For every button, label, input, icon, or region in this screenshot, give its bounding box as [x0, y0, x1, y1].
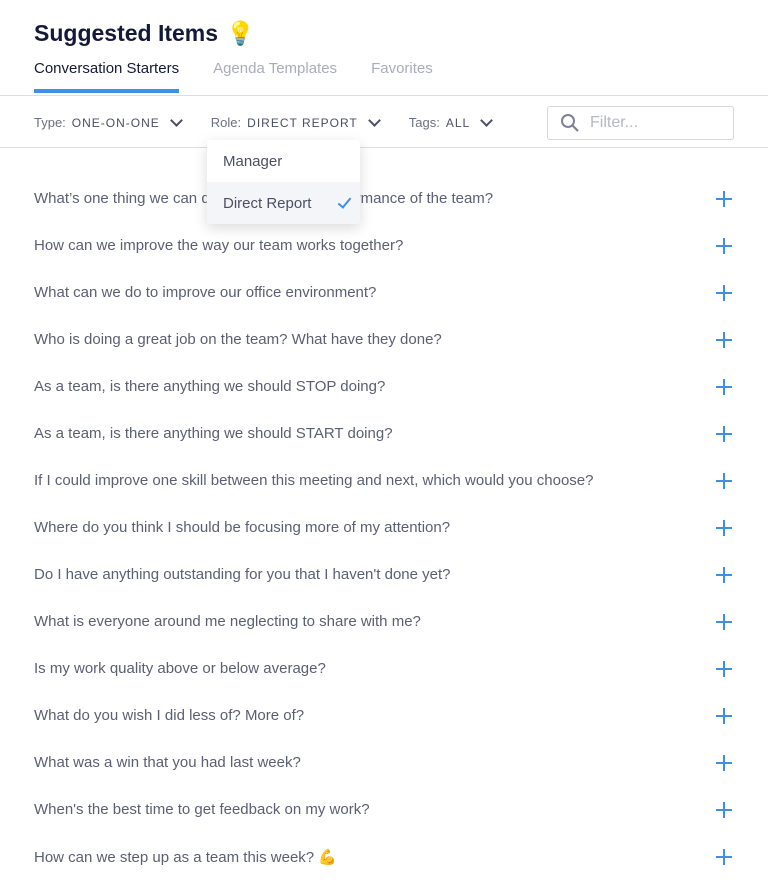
chevron-down-icon [367, 114, 381, 127]
tab-favorites[interactable]: Favorites [371, 60, 433, 93]
list-item: How can we improve the way our team work… [34, 222, 734, 269]
tab-conversation-starters[interactable]: Conversation Starters [34, 60, 180, 93]
item-text: How can we step up as a team this week? … [34, 848, 337, 866]
page-title: Suggested Items 💡 [34, 20, 255, 46]
search-icon [561, 114, 579, 132]
add-icon[interactable] [716, 707, 732, 724]
checkmark-icon [337, 193, 352, 209]
filter-input[interactable] [590, 114, 720, 132]
add-icon[interactable] [716, 848, 732, 865]
type-filter[interactable]: Type: ONE-ON-ONE [34, 114, 183, 130]
item-text: What can we do to improve our office env… [34, 284, 377, 301]
add-icon[interactable] [716, 237, 732, 254]
item-text: If I could improve one skill between thi… [34, 472, 594, 489]
tags-filter[interactable]: Tags: ALL [409, 114, 494, 130]
add-icon[interactable] [716, 660, 732, 677]
list-item: If I could improve one skill between thi… [34, 457, 734, 504]
chevron-down-icon [169, 114, 183, 127]
add-icon[interactable] [716, 331, 732, 348]
role-dropdown-menu: Manager Direct Report [207, 140, 360, 224]
add-icon[interactable] [716, 801, 732, 818]
role-filter[interactable]: Role: DIRECT REPORT [211, 114, 381, 130]
item-text: As a team, is there anything we should S… [34, 425, 393, 442]
suggestion-list: What’s one thing we can do to improve th… [34, 175, 734, 880]
add-icon[interactable] [716, 754, 732, 771]
add-icon[interactable] [716, 613, 732, 630]
tabs: Conversation Starters Agenda Templates F… [34, 60, 433, 93]
role-option-manager[interactable]: Manager [207, 140, 360, 182]
item-text: When's the best time to get feedback on … [34, 801, 370, 818]
list-item: What is everyone around me neglecting to… [34, 598, 734, 645]
item-text: What do you wish I did less of? More of? [34, 707, 305, 724]
item-text: Do I have anything outstanding for you t… [34, 566, 451, 583]
item-text: Who is doing a great job on the team? Wh… [34, 331, 442, 348]
list-item: What can we do to improve our office env… [34, 269, 734, 316]
role-option-direct-report[interactable]: Direct Report [207, 182, 360, 224]
add-icon[interactable] [716, 425, 732, 442]
add-icon[interactable] [716, 472, 732, 489]
item-text: Where do you think I should be focusing … [34, 519, 451, 536]
filter-bar: Type: ONE-ON-ONE Role: DIRECT REPORT Tags:… [34, 114, 494, 130]
tab-agenda-templates[interactable]: Agenda Templates [213, 60, 337, 93]
list-item: What do you wish I did less of? More of? [34, 692, 734, 739]
list-item: As a team, is there anything we should S… [34, 363, 734, 410]
divider [0, 147, 768, 148]
list-item: How can we step up as a team this week? … [34, 833, 734, 880]
list-item: As a team, is there anything we should S… [34, 410, 734, 457]
list-item: What’s one thing we can do to improve th… [34, 175, 734, 222]
list-item: Is my work quality above or below averag… [34, 645, 734, 692]
list-item: Do I have anything outstanding for you t… [34, 551, 734, 598]
add-icon[interactable] [716, 284, 732, 301]
add-icon[interactable] [716, 378, 732, 395]
divider [0, 95, 768, 96]
item-text: How can we improve the way our team work… [34, 237, 404, 254]
list-item: What was a win that you had last week? [34, 739, 734, 786]
lightbulb-icon: 💡 [226, 20, 255, 46]
list-item: Who is doing a great job on the team? Wh… [34, 316, 734, 363]
filter-search [547, 106, 734, 140]
item-text: What was a win that you had last week? [34, 754, 301, 771]
add-icon[interactable] [716, 190, 732, 207]
item-text: Is my work quality above or below averag… [34, 660, 326, 677]
chevron-down-icon [480, 114, 494, 127]
add-icon[interactable] [716, 519, 732, 536]
item-text: As a team, is there anything we should S… [34, 378, 386, 395]
list-item: Where do you think I should be focusing … [34, 504, 734, 551]
list-item: When's the best time to get feedback on … [34, 786, 734, 833]
add-icon[interactable] [716, 566, 732, 583]
item-text: What is everyone around me neglecting to… [34, 613, 421, 630]
